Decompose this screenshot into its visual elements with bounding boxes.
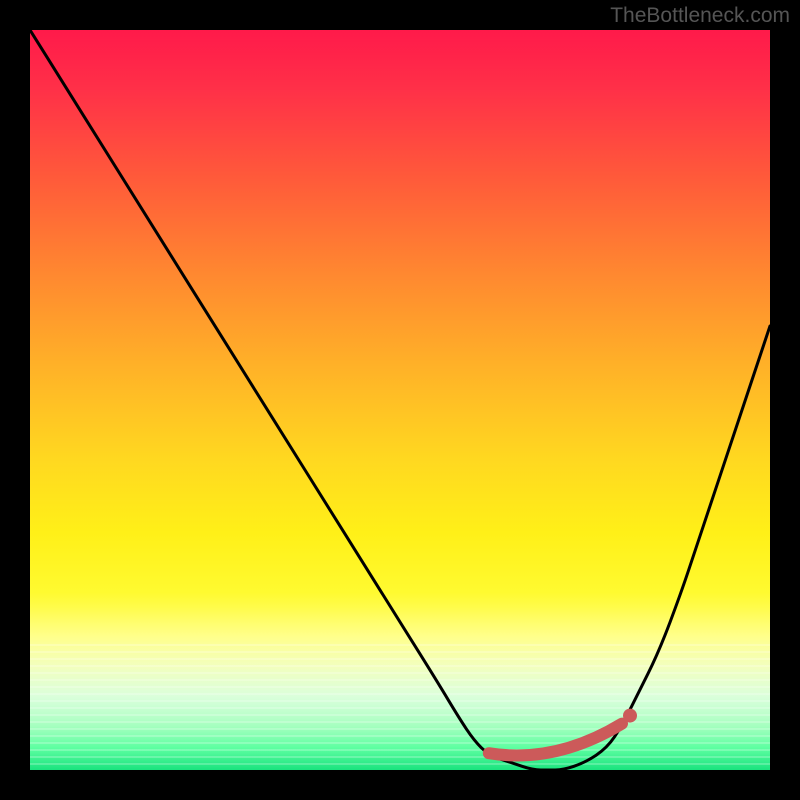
- chart-frame: TheBottleneck.com: [0, 0, 800, 800]
- plot-area: [30, 30, 770, 770]
- attribution-text: TheBottleneck.com: [610, 4, 790, 28]
- optimal-band-end-dot: [623, 709, 637, 723]
- optimal-band-marker: [489, 724, 622, 756]
- bottleneck-curve: [30, 30, 770, 770]
- bottom-haze: [30, 607, 770, 770]
- bottom-stripes: [30, 644, 770, 770]
- curve-layer: [30, 30, 770, 770]
